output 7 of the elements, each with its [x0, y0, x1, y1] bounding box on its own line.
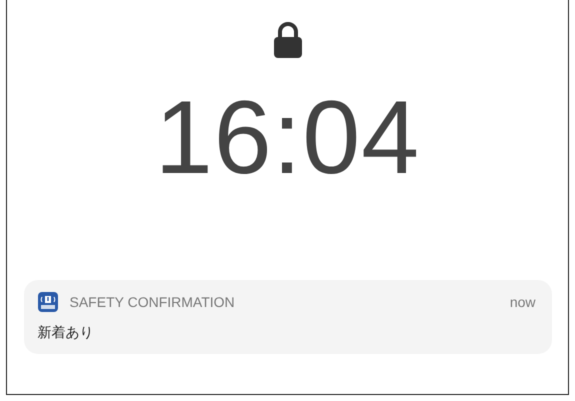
notification-message: 新着あり: [38, 324, 94, 342]
clock-time: 16:04: [154, 86, 420, 190]
lock-icon: [274, 22, 302, 58]
app-name: SAFETY CONFIRMATION: [70, 294, 236, 310]
notification-card[interactable]: SAFETY CONFIRMATION now 新着あり: [24, 280, 552, 354]
app-icon: [38, 292, 58, 312]
notification-time: now: [510, 294, 536, 310]
